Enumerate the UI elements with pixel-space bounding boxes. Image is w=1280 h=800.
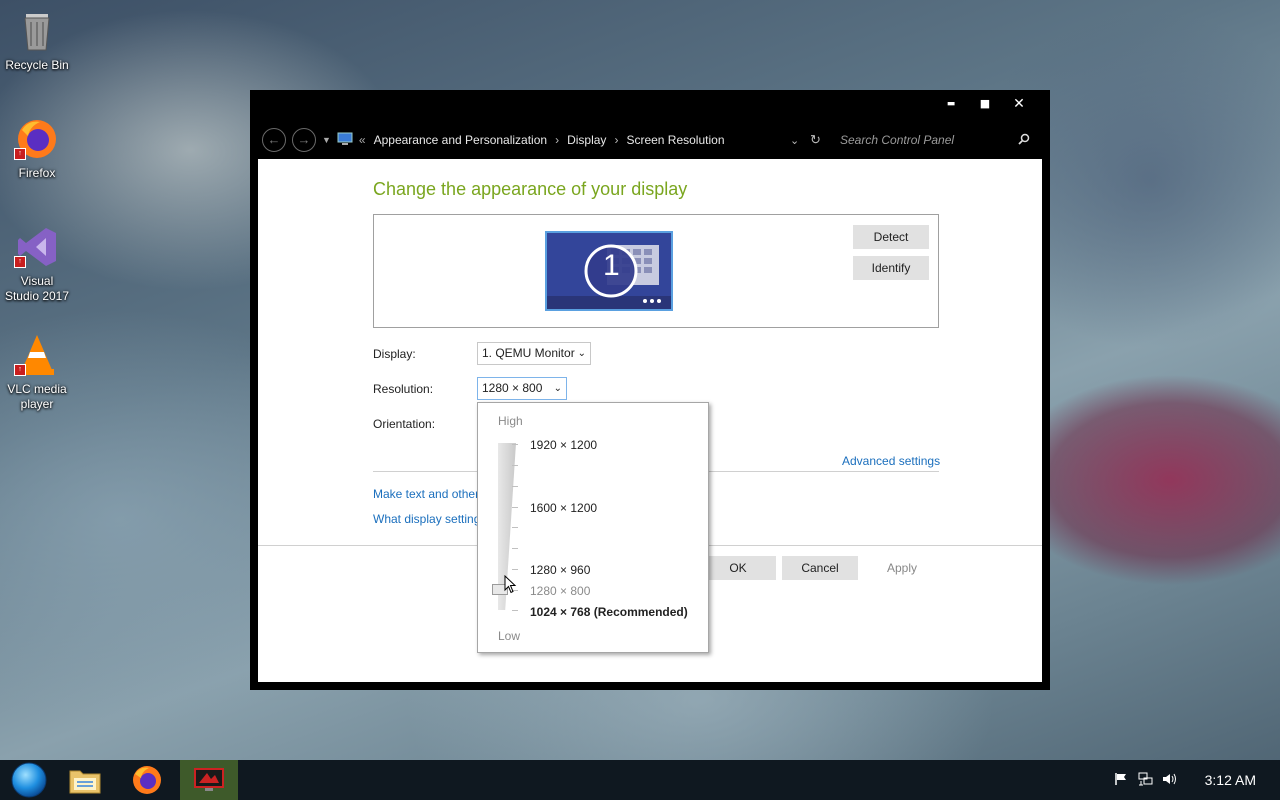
back-button[interactable]: ← [262,128,286,152]
desktop-icon-firefox[interactable]: ↑ Firefox [4,116,70,181]
taskbar-file-explorer[interactable] [56,760,114,800]
resolution-label: Resolution: [373,382,434,396]
resolution-select[interactable]: 1280 × 800 ⌄ [477,377,567,400]
monitor-1-tile[interactable]: 1 [545,231,673,311]
mouse-cursor-icon [504,575,517,594]
volume-icon[interactable] [1162,772,1178,790]
resolution-option[interactable]: 1600 × 1200 [530,501,597,515]
display-label: Display: [373,347,416,361]
search-icon[interactable] [1018,133,1030,148]
slider-tick [512,527,518,528]
display-select-value: 1. QEMU Monitor [482,346,575,360]
apply-button[interactable]: Apply [864,556,940,580]
action-center-flag-icon[interactable] [1114,772,1128,790]
slider-tick [512,507,518,508]
resolution-option[interactable]: 1280 × 960 [530,563,590,577]
refresh-icon[interactable]: ↻ [810,132,821,148]
detect-button[interactable]: Detect [853,225,929,249]
recycle-bin-icon [14,8,60,54]
resolution-option-selected[interactable]: 1280 × 800 [530,584,590,598]
advanced-settings-link[interactable]: Advanced settings [842,454,940,468]
folder-icon [69,770,101,794]
resolution-option-recommended[interactable]: 1024 × 768 (Recommended) [530,605,688,619]
breadcrumb-appearance[interactable]: Appearance and Personalization [374,133,547,147]
address-dropdown-icon[interactable]: ⌄ [790,134,799,147]
start-button[interactable] [0,760,58,800]
text-size-link[interactable]: Make text and other [373,487,479,501]
taskbar-clock[interactable]: 3:12 AM [1205,772,1256,788]
firefox-icon: ↑ [14,116,60,162]
display-settings-link[interactable]: What display setting [373,512,480,526]
firefox-icon [133,766,161,794]
slider-high-label: High [498,414,523,428]
monitor-preview-box: 1 Detect Identify [373,214,939,328]
orientation-label: Orientation: [373,417,436,431]
control-panel-icon [337,132,353,149]
search-box[interactable]: Search Control Panel [834,128,1034,152]
address-bar: ← → ▼ « Appearance and Personalization ›… [262,128,1042,152]
shortcut-badge-icon: ↑ [14,364,26,376]
breadcrumb-separator: › [614,133,619,147]
visual-studio-icon: ↑ [14,224,60,270]
taskbar-firefox[interactable] [118,760,176,800]
breadcrumb-screen-resolution[interactable]: Screen Resolution [626,133,724,147]
chevron-down-icon: ⌄ [577,348,586,359]
monitor-number: 1 [603,249,620,282]
desktop-icon-label: Firefox [18,166,56,180]
shortcut-badge-icon: ↑ [14,148,26,160]
breadcrumb-display[interactable]: Display [567,133,606,147]
slider-tick [512,548,518,549]
minimize-button[interactable]: ▬ [934,94,968,114]
ok-button[interactable]: OK [700,556,776,580]
display-select[interactable]: 1. QEMU Monitor ⌄ [477,342,591,365]
desktop-icon-visual-studio[interactable]: ↑ Visual Studio 2017 [4,224,70,304]
desktop-icon-label: VLC media player [7,382,67,411]
forward-button[interactable]: → [292,128,316,152]
taskbar: 3:12 AM [0,760,1280,800]
desktop-icon-vlc[interactable]: ↑ VLC media player [4,332,70,412]
taskbar-screen-resolution[interactable] [180,760,238,800]
identify-button[interactable]: Identify [853,256,929,280]
breadcrumb-lead: « [358,133,366,147]
desktop-icon-recycle-bin[interactable]: Recycle Bin [4,8,70,73]
shortcut-badge-icon: ↑ [14,256,26,268]
slider-tick [512,569,518,570]
maximize-button[interactable]: ■ [968,94,1002,114]
recent-pages-icon[interactable]: ▼ [322,135,331,145]
cancel-button[interactable]: Cancel [782,556,858,580]
slider-tick [512,444,518,445]
window-controls: ▬ ■ ✕ [934,94,1036,114]
slider-tick [512,610,518,611]
close-button[interactable]: ✕ [1002,94,1036,114]
resolution-option[interactable]: 1920 × 1200 [530,438,597,452]
breadcrumb-separator: › [555,133,560,147]
network-icon[interactable] [1138,772,1154,790]
slider-tick [512,486,518,487]
slider-tick [512,465,518,466]
desktop-icon-label: Recycle Bin [5,58,69,72]
resolution-dropdown: High 1920 × 1200 1600 × 1200 1280 × 960 … [477,402,709,653]
desktop-icon-label: Visual Studio 2017 [4,274,70,303]
chevron-down-icon: ⌄ [553,383,562,394]
page-title: Change the appearance of your display [373,179,688,199]
slider-low-label: Low [498,629,521,643]
vlc-icon: ↑ [14,332,60,378]
search-input[interactable]: Search Control Panel [840,133,954,147]
display-settings-icon [194,768,224,791]
resolution-select-value: 1280 × 800 [482,381,543,395]
